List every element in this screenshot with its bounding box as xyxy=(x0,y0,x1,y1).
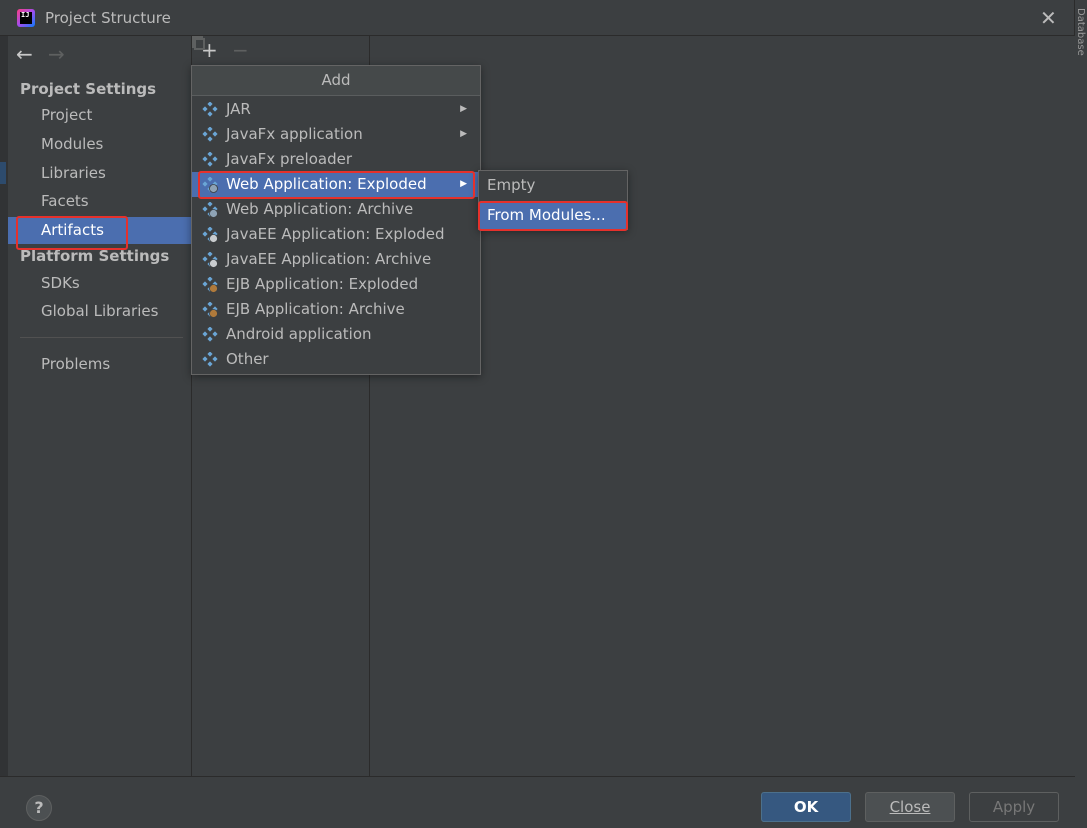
title-bar: IJ Project Structure ✕ xyxy=(0,0,1087,36)
database-tab-label: Database xyxy=(1075,8,1086,56)
web-artifact-icon xyxy=(202,202,218,218)
help-button[interactable]: ? xyxy=(26,795,52,821)
close-window-icon[interactable]: ✕ xyxy=(1040,8,1057,28)
menu-item-ejb-application-exploded[interactable]: EJB Application: Exploded xyxy=(192,272,480,297)
add-artifact-popup: Add JAR ▶ JavaFx application ▶ JavaFx preloa… xyxy=(191,65,481,375)
menu-item-label: EJB Application: Exploded xyxy=(226,275,419,293)
sidebar-item-problems[interactable]: Problems xyxy=(8,351,191,378)
popup-title: Add xyxy=(192,66,480,96)
menu-item-label: JAR xyxy=(226,100,251,118)
submenu-arrow-icon: ▶ xyxy=(460,104,467,114)
ejb-artifact-icon xyxy=(202,302,218,318)
sidebar-item-project[interactable]: Project xyxy=(8,102,191,129)
project-settings-header: Project Settings xyxy=(20,80,157,98)
sidebar-divider xyxy=(20,337,183,338)
menu-item-other[interactable]: Other xyxy=(192,347,480,372)
forward-arrow-icon[interactable]: → xyxy=(48,44,65,64)
left-edge-strip xyxy=(0,36,8,776)
sidebar-item-global-libraries[interactable]: Global Libraries xyxy=(8,298,191,325)
submenu-item-empty[interactable]: Empty xyxy=(479,172,627,199)
menu-item-javafx-application[interactable]: JavaFx application ▶ xyxy=(192,122,480,147)
menu-item-web-application-archive[interactable]: Web Application: Archive xyxy=(192,197,480,222)
menu-item-javaee-application-exploded[interactable]: JavaEE Application: Exploded xyxy=(192,222,480,247)
javaee-artifact-icon xyxy=(202,227,218,243)
menu-item-ejb-application-archive[interactable]: EJB Application: Archive xyxy=(192,297,480,322)
remove-icon[interactable]: − xyxy=(232,40,249,60)
copy-icon[interactable] xyxy=(192,36,203,48)
sidebar-item-facets[interactable]: Facets xyxy=(8,188,191,215)
artifact-icon xyxy=(202,152,218,167)
javaee-artifact-icon xyxy=(202,252,218,268)
sidebar-item-modules[interactable]: Modules xyxy=(8,131,191,158)
artifact-icon xyxy=(202,127,218,142)
menu-item-label: EJB Application: Archive xyxy=(226,300,405,318)
menu-item-android-application[interactable]: Android application xyxy=(192,322,480,347)
ok-button[interactable]: OK xyxy=(761,792,851,822)
submenu-arrow-icon: ▶ xyxy=(460,129,467,139)
menu-item-javafx-preloader[interactable]: JavaFx preloader xyxy=(192,147,480,172)
menu-item-label: Web Application: Archive xyxy=(226,200,414,218)
apply-button[interactable]: Apply xyxy=(969,792,1059,822)
from-modules-highlight-box xyxy=(478,201,628,231)
ejb-artifact-icon xyxy=(202,277,218,293)
menu-item-label: JavaFx application xyxy=(226,125,363,143)
menu-item-label: JavaFx preloader xyxy=(226,150,352,168)
settings-sidebar: ← → Project Settings Project Modules Lib… xyxy=(8,36,191,776)
window-title: Project Structure xyxy=(45,9,171,27)
menu-item-label: Android application xyxy=(226,325,372,343)
dialog-footer: ? OK Close Apply xyxy=(0,776,1075,828)
artifact-icon xyxy=(202,102,218,117)
menu-item-label: Other xyxy=(226,350,269,368)
close-button-label: Close xyxy=(889,798,931,816)
web-exploded-highlight-box xyxy=(198,171,475,199)
menu-item-label: JavaEE Application: Archive xyxy=(226,250,432,268)
artifact-icon xyxy=(202,327,218,342)
artifacts-highlight-box xyxy=(16,216,128,250)
sidebar-item-libraries[interactable]: Libraries xyxy=(8,160,191,187)
database-side-tab[interactable]: Database xyxy=(1074,0,1087,828)
artifact-icon xyxy=(202,352,218,367)
back-arrow-icon[interactable]: ← xyxy=(16,44,33,64)
menu-item-javaee-application-archive[interactable]: JavaEE Application: Archive xyxy=(192,247,480,272)
intellij-logo-icon: IJ xyxy=(17,9,35,27)
menu-item-label: JavaEE Application: Exploded xyxy=(226,225,445,243)
menu-item-jar[interactable]: JAR ▶ xyxy=(192,97,480,122)
sidebar-item-sdks[interactable]: SDKs xyxy=(8,270,191,297)
close-button[interactable]: Close xyxy=(865,792,955,822)
